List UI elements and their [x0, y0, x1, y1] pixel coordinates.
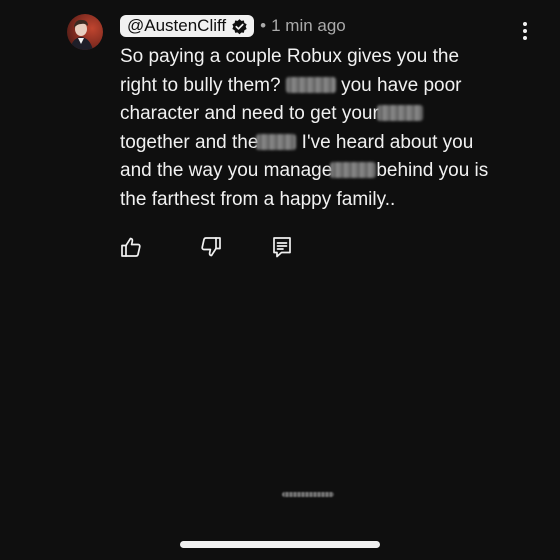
- comment-line: you have poor: [341, 74, 462, 96]
- more-options-button[interactable]: [515, 20, 535, 42]
- dislike-button[interactable]: [198, 234, 224, 260]
- redacted-word: [330, 162, 377, 179]
- comment-line: I've heard about you: [301, 131, 474, 153]
- comment-line: and the way you manage: [120, 160, 333, 182]
- more-vertical-icon: [523, 22, 527, 26]
- more-vertical-icon-dot: [523, 36, 527, 40]
- verified-check-icon: [231, 18, 248, 35]
- thumbs-down-icon: [201, 237, 221, 257]
- comment-text: So paying a couple Robux gives you the r…: [120, 43, 540, 215]
- comment-header: @AustenCliff • 1 min ago: [120, 13, 346, 39]
- comment-line: the farthest from a happy family..: [120, 188, 396, 210]
- comment-actions: [0, 234, 560, 264]
- comment-line: together and the: [120, 131, 259, 153]
- redacted-word: [256, 133, 297, 150]
- reply-button[interactable]: [269, 234, 295, 260]
- reply-comment-icon: [273, 237, 291, 258]
- redacted-word: [376, 105, 423, 122]
- thumbs-up-icon: [121, 237, 141, 257]
- comment-line: character and need to get your: [120, 103, 379, 125]
- more-vertical-icon-dot: [523, 29, 527, 33]
- channel-handle[interactable]: @AustenCliff: [127, 17, 226, 35]
- home-indicator-bar[interactable]: [180, 541, 380, 548]
- redacted-caption: [282, 492, 334, 497]
- like-button[interactable]: [118, 234, 144, 260]
- header-separator: •: [260, 16, 267, 35]
- avatar[interactable]: [67, 14, 103, 50]
- channel-handle-pill[interactable]: @AustenCliff: [120, 15, 255, 37]
- comment-timestamp: 1 min ago: [271, 16, 346, 35]
- comment-card: @AustenCliff • 1 min ago So paying a cou…: [0, 0, 560, 300]
- comment-line: behind you is: [376, 160, 489, 182]
- comment-line: right to bully them?: [120, 74, 281, 96]
- redacted-word: [285, 76, 336, 93]
- comment-line: So paying a couple Robux gives you the: [120, 46, 460, 67]
